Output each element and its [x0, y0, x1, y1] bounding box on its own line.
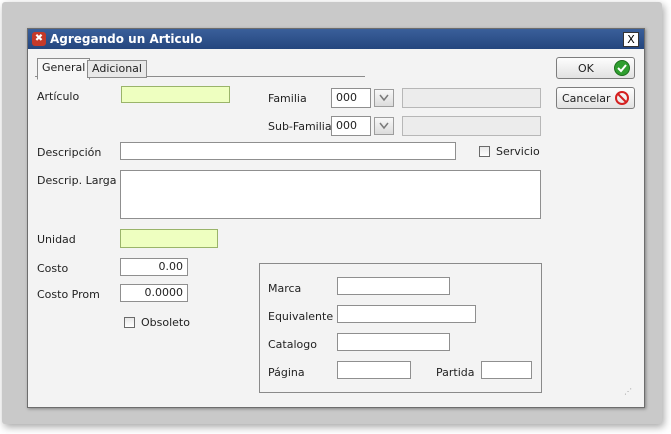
subfamilia-dropdown-button[interactable] — [374, 117, 394, 135]
chevron-down-icon — [379, 94, 389, 102]
chevron-down-icon — [379, 122, 389, 130]
window-title: Agregando un Articulo — [50, 32, 203, 46]
unidad-input[interactable] — [120, 229, 218, 248]
resize-grip-icon[interactable]: ⋰ — [624, 387, 632, 396]
articulo-label: Artículo — [37, 90, 80, 103]
cancel-button[interactable]: Cancelar — [556, 87, 635, 109]
marca-label: Marca — [268, 282, 302, 295]
costo-label: Costo — [37, 262, 69, 275]
ok-button[interactable]: OK — [556, 57, 635, 79]
familia-label: Familia — [268, 92, 307, 105]
title-bar[interactable]: ✖ Agregando un Articulo X — [28, 29, 644, 49]
check-icon — [614, 60, 630, 76]
dialog-window: ✖ Agregando un Articulo X General Adicio… — [27, 28, 645, 408]
ok-button-label: OK — [578, 62, 594, 75]
costo-prom-label: Costo Prom — [37, 288, 100, 301]
subfamilia-label: Sub-Familia — [268, 120, 332, 133]
pagina-input[interactable] — [337, 361, 411, 379]
familia-code-input[interactable]: 000 — [331, 88, 371, 108]
obsoleto-checkbox[interactable] — [124, 317, 135, 328]
equivalente-label: Equivalente — [268, 310, 334, 323]
pagina-label: Página — [268, 366, 305, 379]
articulo-input[interactable] — [121, 86, 230, 103]
servicio-label: Servicio — [496, 145, 540, 158]
descripcion-label: Descripción — [37, 146, 102, 159]
marca-input[interactable] — [337, 277, 450, 295]
tab-adicional[interactable]: Adicional — [87, 60, 147, 78]
costo-prom-input[interactable]: 0.0000 — [120, 284, 188, 302]
close-button[interactable]: X — [623, 32, 639, 47]
prohibited-icon — [615, 91, 629, 105]
partida-input[interactable] — [481, 361, 532, 379]
descrip-larga-label: Descrip. Larga — [37, 174, 117, 187]
catalogo-label: Catalogo — [268, 338, 317, 351]
catalog-group-box: Marca Equivalente Catalogo Página Partid… — [259, 263, 542, 393]
subfamilia-code-input[interactable]: 000 — [331, 116, 371, 136]
partida-label: Partida — [436, 366, 475, 379]
cancel-button-label: Cancelar — [562, 92, 611, 105]
subfamilia-description — [402, 116, 541, 136]
equivalente-input[interactable] — [337, 305, 476, 323]
descripcion-input[interactable] — [120, 142, 456, 160]
servicio-checkbox[interactable] — [479, 146, 490, 157]
catalogo-input[interactable] — [337, 333, 450, 351]
familia-dropdown-button[interactable] — [374, 89, 394, 107]
obsoleto-label: Obsoleto — [141, 316, 190, 329]
descrip-larga-textarea[interactable] — [120, 170, 541, 219]
familia-description — [402, 88, 541, 108]
costo-input[interactable]: 0.00 — [120, 258, 188, 276]
tab-general[interactable]: General — [37, 58, 91, 80]
app-tools-icon: ✖ — [32, 32, 46, 46]
unidad-label: Unidad — [37, 233, 76, 246]
